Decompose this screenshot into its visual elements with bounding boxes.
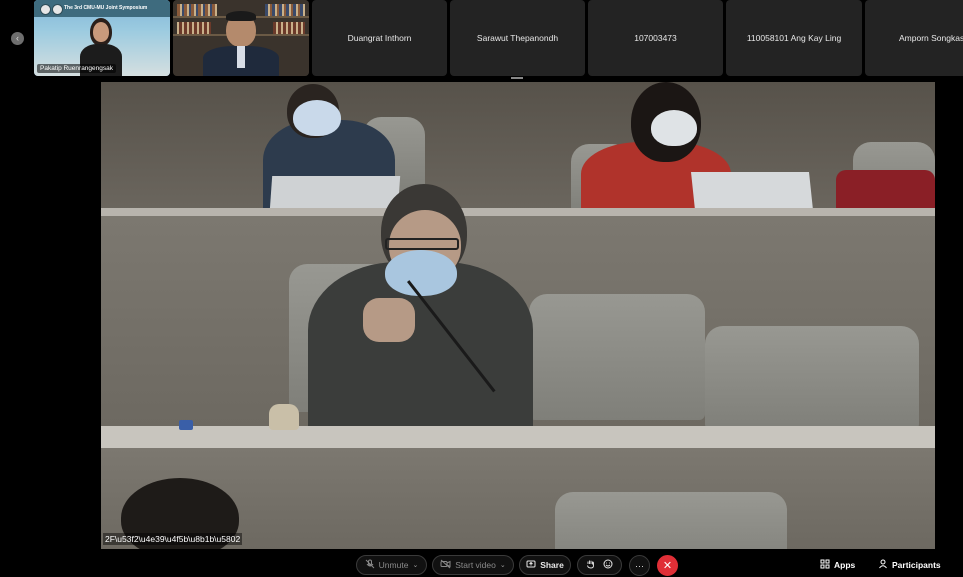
person-shirt (237, 46, 245, 68)
leave-icon: ✕ (662, 560, 673, 572)
participant-tile-2[interactable] (173, 0, 309, 76)
banner-text: The 3rd CMU-MU Joint Symposium (64, 5, 148, 11)
unmute-button[interactable]: Unmute ⌄ (356, 555, 427, 575)
chevron-left-icon[interactable]: ‹ (11, 32, 24, 45)
chevron-down-icon[interactable]: ⌄ (500, 561, 506, 569)
more-button[interactable]: ··· (629, 555, 650, 576)
participant-name: Sarawut Thepanondh (476, 33, 559, 43)
reactions-icon[interactable] (603, 559, 613, 571)
share-button[interactable]: Share (519, 555, 571, 575)
speaker-glasses (385, 238, 459, 250)
main-video (101, 82, 935, 549)
books (177, 4, 217, 16)
participant-name-label: Pakatip Ruenrangengsak (37, 64, 116, 73)
chair (555, 492, 787, 549)
video-caption: 2F\u53f2\u4e39\u4f5b\u8b1b\u5802 (103, 533, 243, 545)
books (265, 4, 305, 16)
participant-name: 110058101 Ang Kay Ling (746, 33, 842, 43)
laptop (691, 172, 813, 210)
participant-tile-4[interactable]: Sarawut Thepanondh (450, 0, 585, 76)
apps-label: Apps (834, 560, 856, 570)
share-label: Share (540, 560, 564, 570)
participant-video (173, 0, 309, 76)
raise-hand-icon[interactable] (586, 559, 595, 571)
reactions-group (577, 555, 622, 575)
student-left-mask (293, 100, 341, 136)
university-logo-icon (40, 4, 51, 15)
apps-icon (820, 559, 830, 571)
desk-object (269, 404, 299, 430)
more-icon: ··· (635, 560, 644, 571)
speaker-mask (385, 250, 457, 296)
meeting-toolbar: Unmute ⌄ Start video ⌄ Share ··· ✕ Apps (0, 552, 963, 577)
student-right-mask (651, 110, 697, 146)
unmute-label: Unmute (378, 560, 409, 570)
desk-top-lower (101, 426, 935, 448)
participant-name: Duangrat Inthorn (347, 33, 412, 43)
start-video-button[interactable]: Start video ⌄ (432, 555, 514, 575)
start-video-label: Start video (455, 560, 496, 570)
participant-strip: ‹ The 3rd CMU-MU Joint Symposium Pakatip… (0, 0, 963, 80)
university-logo-icon (52, 4, 63, 15)
symposium-banner: The 3rd CMU-MU Joint Symposium (34, 0, 170, 17)
person-hair (226, 11, 256, 21)
mic-muted-icon (365, 559, 375, 571)
chair (705, 326, 919, 430)
participant-name: 107003473 (634, 33, 677, 43)
participant-tile-3[interactable]: Duangrat Inthorn (312, 0, 447, 76)
apps-button[interactable]: Apps (820, 556, 855, 574)
strip-scroll-indicator[interactable] (511, 77, 523, 79)
desk-top-upper (101, 208, 935, 216)
speaker-hand (363, 298, 415, 342)
chevron-down-icon[interactable]: ⌄ (412, 561, 418, 569)
chair (529, 294, 705, 420)
video-off-icon (440, 559, 451, 571)
share-icon (526, 559, 536, 571)
participant-tile-7[interactable]: Amporn Songkasi (865, 0, 963, 76)
laptop (269, 176, 401, 210)
books (177, 22, 211, 34)
desk-object (179, 420, 193, 430)
participants-label: Participants (892, 560, 941, 570)
books (273, 22, 305, 34)
participants-icon (878, 559, 888, 571)
person-face (93, 22, 109, 42)
participant-name: Amporn Songkasi (899, 33, 963, 43)
participant-tile-6[interactable]: 110058101 Ang Kay Ling (726, 0, 862, 76)
participant-tile-5[interactable]: 107003473 (588, 0, 723, 76)
participants-button[interactable]: Participants (878, 556, 941, 574)
participant-tile-pakatip[interactable]: The 3rd CMU-MU Joint Symposium Pakatip R… (34, 0, 170, 76)
leave-button[interactable]: ✕ (657, 555, 678, 576)
